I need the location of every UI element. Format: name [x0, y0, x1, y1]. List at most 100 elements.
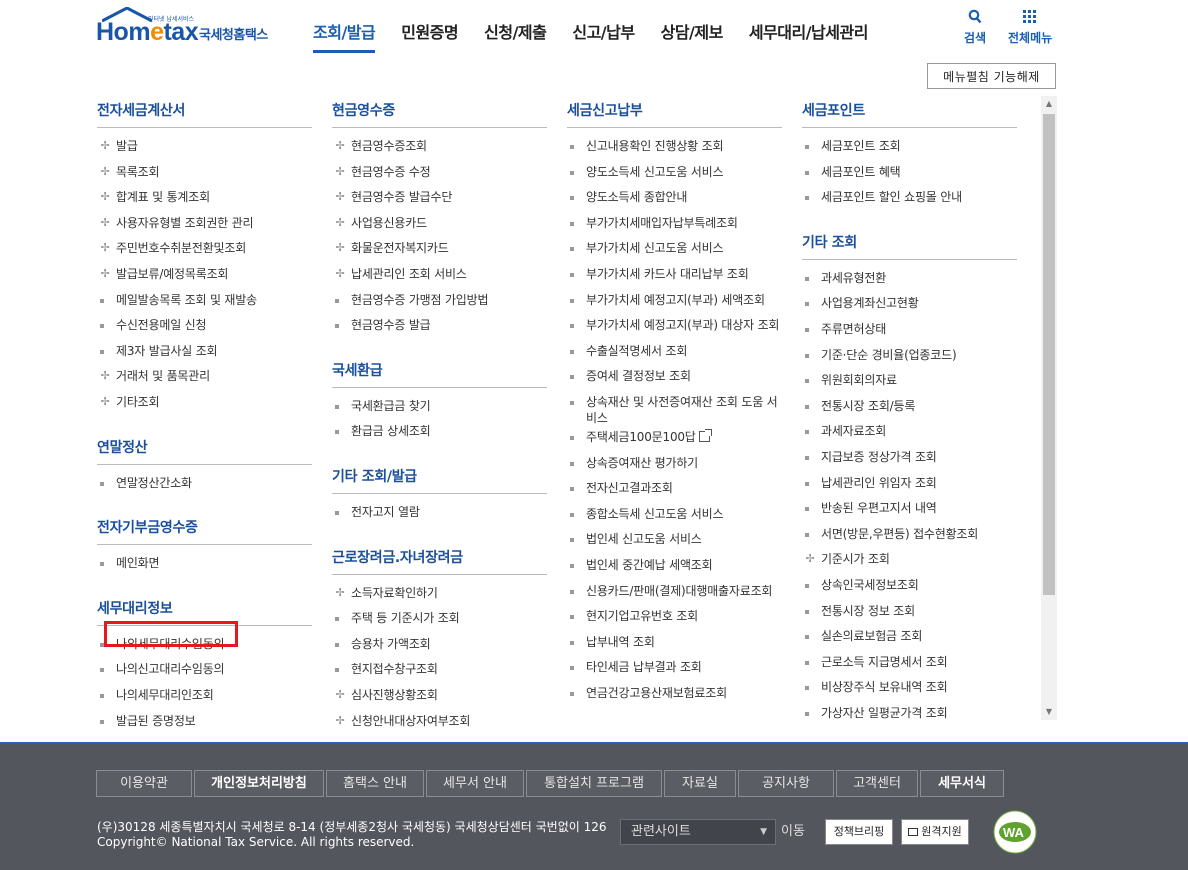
menu-item[interactable]: ✢ 발급보류/예정목록조회: [97, 263, 312, 289]
menu-item[interactable]: ✢ 현금영수증조회: [332, 135, 547, 161]
menu-item[interactable]: 전자고지 열람: [332, 501, 547, 527]
gnb-item-3[interactable]: 신청/제출: [484, 19, 547, 53]
menu-item[interactable]: 세금포인트 할인 쇼핑몰 안내: [802, 186, 1017, 212]
menu-item[interactable]: 나의신고대리수임동의: [97, 658, 312, 684]
menu-item[interactable]: 법인세 신고도움 서비스: [567, 528, 782, 554]
menu-item[interactable]: 주택 등 기준시가 조회: [332, 607, 547, 633]
menu-item[interactable]: 사업용계좌신고현황: [802, 292, 1017, 318]
menu-item[interactable]: 현지접수창구조회: [332, 658, 547, 684]
menu-item[interactable]: 주택세금100문100답: [567, 426, 782, 452]
scroll-up-arrow-icon[interactable]: ▲: [1041, 96, 1057, 112]
menu-item[interactable]: 부가가치세 예정고지(부과) 세액조회: [567, 289, 782, 315]
menu-item[interactable]: ✢ 주민번호수취분전환및조회: [97, 237, 312, 263]
menu-section-title[interactable]: 연말정산: [97, 435, 312, 465]
menu-item[interactable]: 부가가치세 신고도움 서비스: [567, 237, 782, 263]
menu-section-title[interactable]: 세금신고납부: [567, 98, 782, 128]
gnb-item-6[interactable]: 세무대리/납세관리: [749, 19, 869, 53]
footer-nav-item[interactable]: 통합설치 프로그램: [526, 770, 662, 797]
menu-item[interactable]: 과세자료조회: [802, 420, 1017, 446]
menu-item[interactable]: 반송된 우편고지서 내역: [802, 497, 1017, 523]
menu-section-title[interactable]: 세금포인트: [802, 98, 1017, 128]
menu-item[interactable]: 양도소득세 종합안내: [567, 186, 782, 212]
menu-section-title[interactable]: 현금영수증: [332, 98, 547, 128]
footer-nav-item[interactable]: 홈택스 안내: [326, 770, 424, 797]
menu-item[interactable]: 현금영수증 발급: [332, 314, 547, 340]
gnb-item-4[interactable]: 신고/납부: [572, 19, 635, 53]
menu-item[interactable]: 부가가치세매입자납부특례조회: [567, 212, 782, 238]
hometax-logo[interactable]: 인터넷 납세서비스 Hometax 국세청홈택스: [96, 6, 296, 52]
search-button[interactable]: 검색: [964, 9, 986, 46]
menu-item[interactable]: 세금포인트 혜택: [802, 161, 1017, 187]
menu-item[interactable]: 전통시장 정보 조회: [802, 600, 1017, 626]
menu-item[interactable]: 법인세 중간예납 세액조회: [567, 554, 782, 580]
menu-item[interactable]: ✢ 현금영수증 발급수단: [332, 186, 547, 212]
menu-item[interactable]: ✢ 현금영수증 수정: [332, 161, 547, 187]
menu-item[interactable]: 전자신고결과조회: [567, 477, 782, 503]
menu-item[interactable]: 나의세무대리인조회: [97, 684, 312, 710]
menu-item[interactable]: 세금포인트 조회: [802, 135, 1017, 161]
menu-item[interactable]: 부가가치세 카드사 대리납부 조회: [567, 263, 782, 289]
menu-item[interactable]: ✢ 화물운전자복지카드: [332, 237, 547, 263]
footer-nav-item[interactable]: 개인정보처리방침: [194, 770, 324, 797]
all-menu-button[interactable]: 전체메뉴: [1008, 9, 1052, 46]
menu-item[interactable]: 상속증여재산 평가하기: [567, 452, 782, 478]
menu-item[interactable]: 국세환급금 찾기: [332, 395, 547, 421]
menu-scrollbar[interactable]: ▲ ▼: [1041, 96, 1057, 720]
menu-item[interactable]: 지급보증 정상가격 조회: [802, 446, 1017, 472]
menu-item[interactable]: 상속인국세정보조회: [802, 574, 1017, 600]
menu-section-title[interactable]: 기타 조회/발급: [332, 464, 547, 494]
remote-support-button[interactable]: 원격지원: [901, 819, 969, 845]
footer-nav-item[interactable]: 자료실: [664, 770, 736, 797]
menu-item[interactable]: ✢ 심사진행상황조회: [332, 684, 547, 710]
menu-item[interactable]: ✢ 신청안내대상자여부조회: [332, 710, 547, 736]
menu-item[interactable]: 메인화면: [97, 552, 312, 578]
menu-item[interactable]: 연말정산간소화: [97, 472, 312, 498]
menu-section-title[interactable]: 국세환급: [332, 358, 547, 388]
scroll-down-arrow-icon[interactable]: ▼: [1041, 704, 1057, 720]
menu-item[interactable]: 메일발송목록 조회 및 재발송: [97, 289, 312, 315]
menu-item[interactable]: 신고내용확인 진행상황 조회: [567, 135, 782, 161]
menu-item[interactable]: ✢ 목록조회: [97, 161, 312, 187]
policy-briefing-button[interactable]: 정책브리핑: [825, 819, 893, 845]
menu-item[interactable]: ✢ 발급: [97, 135, 312, 161]
menu-item[interactable]: ✢ 거래처 및 품목관리: [97, 365, 312, 391]
menu-item[interactable]: 근로소득 지급명세서 조회: [802, 651, 1017, 677]
menu-item[interactable]: ✢ 기준시가 조회: [802, 548, 1017, 574]
menu-fold-toggle-button[interactable]: 메뉴펼침 기능해제: [927, 63, 1056, 89]
footer-nav-item[interactable]: 세무서 안내: [426, 770, 524, 797]
menu-item[interactable]: 서면(방문,우편등) 접수현황조회: [802, 523, 1017, 549]
menu-item[interactable]: 신용카드/판매(결제)대행매출자료조회: [567, 580, 782, 606]
menu-item[interactable]: 납세관리인 위임자 조회: [802, 472, 1017, 498]
menu-item[interactable]: 증여세 결정정보 조회: [567, 365, 782, 391]
menu-item[interactable]: 연금건강고용산재보험료조회: [567, 682, 782, 708]
menu-item[interactable]: 현금영수증 가맹점 가입방법: [332, 289, 547, 315]
menu-item[interactable]: 비상장주식 보유내역 조회: [802, 676, 1017, 702]
footer-nav-item[interactable]: 세무서식: [920, 770, 1004, 797]
footer-nav-item[interactable]: 이용약관: [96, 770, 192, 797]
footer-nav-item[interactable]: 고객센터: [836, 770, 918, 797]
menu-item[interactable]: 발급된 증명정보: [97, 710, 312, 736]
gnb-item-1[interactable]: 조회/발급: [313, 19, 376, 53]
menu-item[interactable]: ✢ 소득자료확인하기: [332, 582, 547, 608]
menu-item[interactable]: 양도소득세 신고도움 서비스: [567, 161, 782, 187]
menu-item[interactable]: 실손의료보험금 조회: [802, 625, 1017, 651]
menu-item[interactable]: 수신전용메일 신청: [97, 314, 312, 340]
go-button[interactable]: 이동: [781, 819, 805, 845]
menu-item[interactable]: ✢ 납세관리인 조회 서비스: [332, 263, 547, 289]
menu-item[interactable]: ✢ 사용자유형별 조회권한 관리: [97, 212, 312, 238]
menu-item[interactable]: 종합소득세 신고도움 서비스: [567, 503, 782, 529]
menu-section-title[interactable]: 기타 조회: [802, 230, 1017, 260]
menu-section-title[interactable]: 전자기부금영수증: [97, 515, 312, 546]
menu-item[interactable]: 수출실적명세서 조회: [567, 340, 782, 366]
menu-item[interactable]: 주류면허상태: [802, 318, 1017, 344]
related-site-select[interactable]: 관련사이트 ▼: [620, 819, 776, 845]
menu-item[interactable]: ✢ 기타조회: [97, 391, 312, 417]
menu-item[interactable]: 위원회회의자료: [802, 369, 1017, 395]
menu-section-title[interactable]: 전자세금계산서: [97, 98, 312, 128]
gnb-item-2[interactable]: 민원증명: [401, 19, 458, 53]
menu-item[interactable]: 제3자 발급사실 조회: [97, 340, 312, 366]
menu-item[interactable]: 가상자산 일평균가격 조회: [802, 702, 1017, 728]
scrollbar-thumb[interactable]: [1043, 114, 1055, 595]
menu-item[interactable]: ✢ 사업용신용카드: [332, 212, 547, 238]
menu-item[interactable]: 전통시장 조회/등록: [802, 395, 1017, 421]
